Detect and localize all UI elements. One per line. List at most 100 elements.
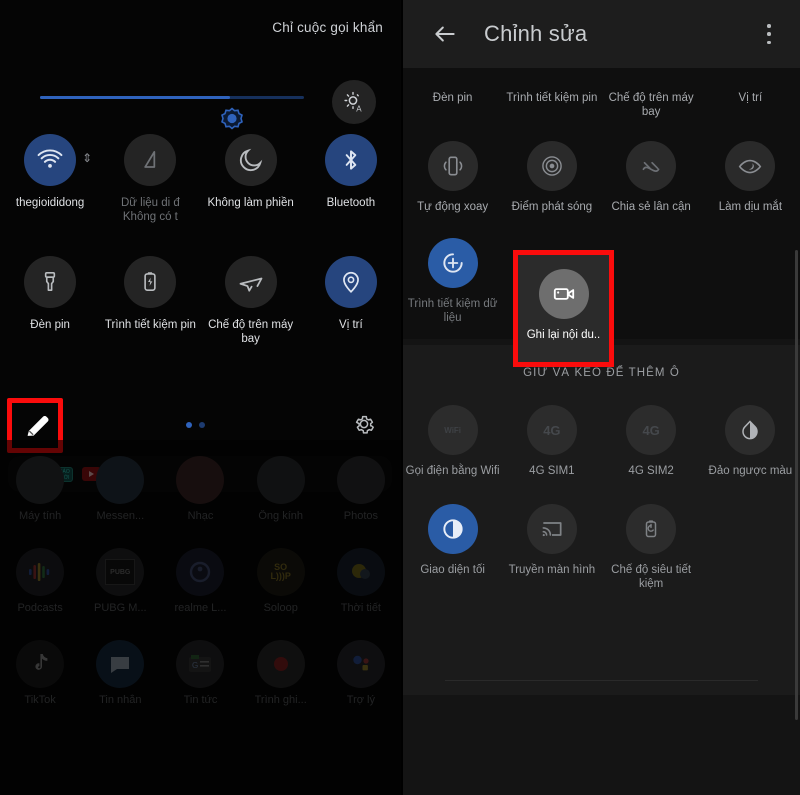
app-item[interactable]: Nhạc bbox=[160, 456, 240, 522]
tile-data-saver[interactable]: Trình tiết kiệm dữ liệu bbox=[403, 238, 502, 325]
auto-brightness-button[interactable]: A bbox=[332, 80, 376, 124]
app-label: Podcasts bbox=[17, 602, 63, 614]
qs-tile-bluetooth[interactable]: Bluetooth bbox=[301, 132, 401, 224]
more-dot bbox=[767, 40, 771, 44]
app-item[interactable]: SO L)))P Soloop bbox=[241, 548, 321, 614]
tile-battery-saver[interactable]: Trình tiết kiệm pin bbox=[502, 82, 601, 119]
tile-flashlight[interactable]: Đèn pin bbox=[403, 82, 502, 119]
wifi-calling-circle[interactable]: WiFi bbox=[427, 405, 478, 455]
app-item[interactable]: PUBG PUBG M... bbox=[80, 548, 160, 614]
auto-rotate-circle[interactable] bbox=[427, 141, 478, 191]
app-label: Tin tức bbox=[183, 694, 218, 706]
app-item[interactable]: realme L... bbox=[160, 548, 240, 614]
app-row-1: Máy tính Messen... Nhạc Ống kính Photos bbox=[0, 456, 401, 522]
app-item[interactable]: Podcasts bbox=[0, 548, 80, 614]
back-button[interactable] bbox=[428, 17, 462, 51]
tin-nhan-icon bbox=[96, 640, 145, 688]
nhac-icon bbox=[176, 456, 225, 504]
pencil-edit-icon bbox=[27, 416, 49, 436]
tile-4g-sim2[interactable]: 4G 4G SIM2 bbox=[602, 405, 701, 478]
app-item[interactable]: Messen... bbox=[80, 456, 160, 522]
hotspot-circle[interactable] bbox=[526, 141, 577, 191]
tile-super-saver[interactable]: Chế độ siêu tiết kiệm bbox=[602, 504, 701, 591]
app-item[interactable]: Ống kính bbox=[241, 456, 321, 522]
more-dot bbox=[767, 24, 771, 28]
mobile-data-tile-circle[interactable] bbox=[124, 134, 177, 186]
qs-tile-label: Chế độ trên máy bay bbox=[208, 319, 294, 345]
screenshot-root: Chỉ cuộc gọi khẩn A ⇕ thegioididong Dữ l… bbox=[0, 0, 800, 795]
empty-slot bbox=[701, 504, 800, 591]
wifi-tile-circle[interactable]: ⇕ bbox=[24, 134, 92, 186]
super-saver-icon bbox=[645, 520, 657, 538]
tile-label: 4G SIM2 bbox=[628, 465, 674, 477]
tile-nearby-share[interactable]: Chia sẻ lân cận bbox=[602, 141, 701, 214]
nearby-share-circle[interactable] bbox=[626, 141, 677, 191]
app-item[interactable]: Trợ lý bbox=[321, 640, 401, 706]
app-item[interactable]: Tin nhắn bbox=[80, 640, 160, 706]
app-item[interactable]: Photos bbox=[321, 456, 401, 522]
tile-cast-screen[interactable]: Truyền màn hình bbox=[502, 504, 601, 591]
app-item[interactable]: TikTok bbox=[0, 640, 80, 706]
screen-record-circle[interactable] bbox=[538, 269, 589, 319]
app-label: Thời tiết bbox=[340, 602, 381, 614]
eye-comfort-circle[interactable] bbox=[725, 141, 776, 191]
data-saver-circle[interactable] bbox=[427, 238, 478, 288]
tile-hotspot[interactable]: Điểm phát sóng bbox=[502, 141, 601, 214]
wifi-expand-arrow-icon[interactable]: ⇕ bbox=[82, 152, 92, 164]
qs-tile-location[interactable]: Vị trí bbox=[301, 254, 401, 346]
vertical-scrollbar[interactable] bbox=[795, 250, 798, 720]
bluetooth-tile-circle[interactable] bbox=[324, 134, 377, 186]
invert-colors-circle[interactable] bbox=[725, 405, 776, 455]
dnd-tile-circle[interactable] bbox=[224, 134, 277, 186]
tile-location[interactable]: Vị trí bbox=[701, 82, 800, 119]
app-label: Trợ lý bbox=[346, 694, 375, 706]
edit-pencil-button[interactable] bbox=[18, 406, 58, 446]
tile-label: 4G SIM1 bbox=[529, 465, 575, 477]
app-item[interactable]: Trình ghi... bbox=[241, 640, 321, 706]
qs-tile-mobile-data[interactable]: Dữ liệu di đ Không có t bbox=[100, 132, 200, 224]
tile-airplane[interactable]: Chế độ trên máy bay bbox=[602, 82, 701, 119]
tile-auto-rotate[interactable]: Tự động xoay bbox=[403, 141, 502, 214]
do-not-disturb-moon-icon bbox=[239, 148, 262, 172]
tile-wifi-calling[interactable]: WiFi Gọi điện bằng Wifi bbox=[403, 405, 502, 478]
qs-tile-flashlight[interactable]: Đèn pin bbox=[0, 254, 100, 346]
add-section-title: GIỮ VÀ KÉO ĐỂ THÊM Ô bbox=[523, 367, 680, 379]
tile-eye-comfort[interactable]: Làm dịu mắt bbox=[701, 141, 800, 214]
qs-tile-battery-saver[interactable]: Trình tiết kiệm pin bbox=[100, 254, 200, 346]
brightness-slider-thumb[interactable] bbox=[218, 107, 246, 135]
overflow-menu-button[interactable] bbox=[758, 22, 780, 46]
tile-dark-theme[interactable]: Giao diện tối bbox=[403, 504, 502, 591]
qs-tile-wifi[interactable]: ⇕ thegioididong bbox=[0, 132, 100, 224]
tile-4g-sim1[interactable]: 4G 4G SIM1 bbox=[502, 405, 601, 478]
qs-tile-airplane[interactable]: Chế độ trên máy bay bbox=[201, 254, 301, 346]
app-label: Máy tính bbox=[19, 510, 62, 522]
tile-invert-colors[interactable]: Đảo ngược màu bbox=[701, 405, 800, 478]
page-title: Chỉnh sửa bbox=[484, 21, 588, 46]
battery-saver-tile-circle[interactable] bbox=[124, 256, 177, 308]
screen-record-highlight-box[interactable]: Ghi lại nội du.. bbox=[513, 250, 614, 367]
brightness-slider[interactable] bbox=[40, 96, 304, 130]
location-tile-circle[interactable] bbox=[324, 256, 377, 308]
add-tiles-section: GIỮ VÀ KÉO ĐỂ THÊM Ô WiFi Gọi điện bằng … bbox=[403, 345, 800, 695]
empty-slot bbox=[602, 238, 701, 325]
app-item[interactable]: Thời tiết bbox=[321, 548, 401, 614]
add-tiles-grid: WiFi Gọi điện bằng Wifi 4G 4G SIM1 4G 4G… bbox=[403, 405, 800, 591]
super-saver-circle[interactable] bbox=[626, 504, 677, 554]
sim1-4g-circle[interactable]: 4G bbox=[526, 405, 577, 455]
soloop-icon: SO L)))P bbox=[256, 548, 305, 596]
more-dot bbox=[767, 32, 771, 36]
settings-button[interactable] bbox=[349, 409, 379, 439]
tile-label: Ghi lại nội du.. bbox=[526, 329, 601, 341]
sim2-4g-circle[interactable]: 4G bbox=[626, 405, 677, 455]
page-dot-1[interactable] bbox=[186, 422, 192, 428]
page-dot-2[interactable] bbox=[199, 422, 205, 428]
airplane-tile-circle[interactable] bbox=[224, 256, 277, 308]
flashlight-tile-circle[interactable] bbox=[24, 256, 77, 308]
dark-theme-circle[interactable] bbox=[427, 504, 478, 554]
qs-tile-dnd[interactable]: Không làm phiền bbox=[201, 132, 301, 224]
edit-appbar: Chỉnh sửa bbox=[403, 0, 800, 68]
cast-screen-circle[interactable] bbox=[526, 504, 577, 554]
app-item[interactable]: Máy tính bbox=[0, 456, 80, 522]
qs-tile-label: thegioididong bbox=[15, 197, 85, 209]
app-item[interactable]: G Tin tức bbox=[160, 640, 240, 706]
